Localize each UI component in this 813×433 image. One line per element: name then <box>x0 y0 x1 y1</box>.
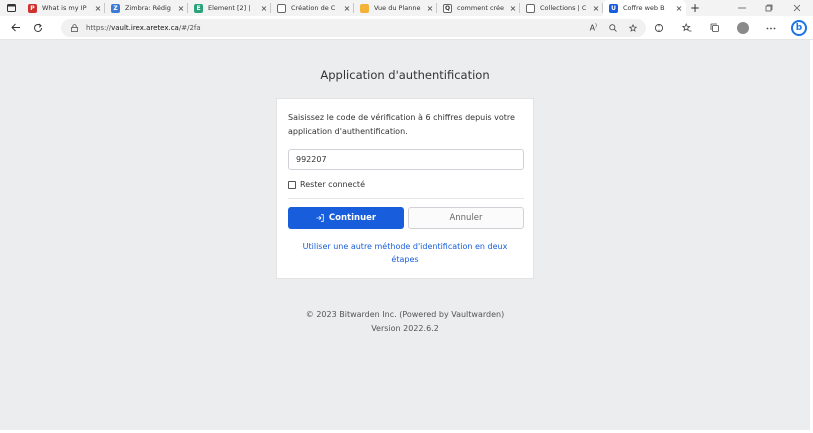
browser-tab[interactable]: Vue du Planne × <box>354 0 437 16</box>
address-bar[interactable]: https://vault.irex.aretex.ca/#/2fa A) <box>61 19 646 37</box>
browser-tab[interactable]: Z Zimbra: Rédig × <box>105 0 188 16</box>
tab-title: Vue du Planne <box>374 4 421 12</box>
browser-tab[interactable]: Collections | C × <box>520 0 603 16</box>
add-favorite-icon[interactable] <box>629 23 638 33</box>
zoom-icon[interactable] <box>609 24 617 32</box>
divider <box>288 198 524 199</box>
minimize-button[interactable] <box>728 0 756 16</box>
tab-favicon-icon: U <box>609 3 618 13</box>
tab-title: What is my IP <box>42 4 87 12</box>
tab-favicon-icon: Q <box>443 3 452 13</box>
back-button[interactable] <box>5 17 27 39</box>
browser-toolbar: https://vault.irex.aretex.ca/#/2fa A) b <box>0 16 813 40</box>
browser-tab[interactable]: U Coffre web B × <box>603 0 686 16</box>
tab-title: Coffre web B <box>623 4 665 12</box>
tab-favicon-icon: P <box>28 3 37 13</box>
footer-copyright: © 2023 Bitwarden Inc. (Powered by Vaultw… <box>305 310 505 319</box>
tab-favicon-icon <box>277 3 286 13</box>
instructions-text: Saisissez le code de vérification à 6 ch… <box>288 113 515 136</box>
tab-favicon-icon <box>360 3 369 13</box>
tab-close-button[interactable]: × <box>675 4 683 13</box>
tab-close-button[interactable]: × <box>509 4 517 13</box>
page-content: Application d'authentification Saisissez… <box>0 40 810 430</box>
restore-icon <box>765 4 773 12</box>
favorites-button[interactable] <box>673 16 701 40</box>
tab-title: comment crée <box>457 4 505 12</box>
extensions-icon <box>654 23 664 33</box>
tab-title: Element [2] | <box>208 4 251 12</box>
extensions-button[interactable] <box>645 16 673 40</box>
continue-label: Continuer <box>328 213 377 223</box>
tab-favicon-icon: Z <box>111 3 120 13</box>
tab-title: Création de C <box>291 4 336 12</box>
cancel-button[interactable]: Annuler <box>408 207 524 229</box>
browser-tab[interactable]: E Element [2] | × <box>188 0 271 16</box>
tab-actions-icon <box>6 4 16 12</box>
tab-title: Collections | C <box>540 4 587 12</box>
minimize-icon <box>738 7 746 9</box>
read-aloud-icon[interactable]: A) <box>590 23 597 33</box>
footer: © 2023 Bitwarden Inc. (Powered by Vaultw… <box>0 308 810 336</box>
tab-favicon-icon: E <box>194 3 203 13</box>
tab-close-button[interactable]: × <box>426 4 434 13</box>
browser-tab[interactable]: P What is my IP × <box>22 0 105 16</box>
close-icon <box>793 4 801 12</box>
remember-me-checkbox[interactable] <box>288 180 296 189</box>
profile-button[interactable] <box>729 16 757 40</box>
sign-in-icon <box>316 214 324 222</box>
footer-version: Version 2022.6.2 <box>371 324 439 333</box>
tab-close-button[interactable]: × <box>260 4 268 13</box>
settings-menu-button[interactable] <box>757 16 785 40</box>
bing-chat-button[interactable]: b <box>785 16 813 40</box>
remember-me-label: Rester connecté <box>300 180 365 189</box>
new-tab-button[interactable]: + <box>686 0 704 16</box>
browser-tab[interactable]: Création de C × <box>271 0 354 16</box>
avatar <box>737 22 749 34</box>
tab-close-button[interactable]: × <box>177 4 185 13</box>
remember-me-checkbox-row[interactable]: Rester connecté <box>288 180 522 189</box>
alternate-2fa-method-link[interactable]: Utiliser une autre méthode d'identificat… <box>288 240 522 266</box>
collections-button[interactable] <box>701 16 729 40</box>
restore-button[interactable] <box>755 0 783 16</box>
tab-strip: P What is my IP × Z Zimbra: Rédig × E Element [… <box>0 0 813 16</box>
more-icon <box>766 27 776 29</box>
favorites-icon <box>682 23 692 32</box>
tab-close-button[interactable]: × <box>592 4 600 13</box>
verification-code-input[interactable] <box>288 149 524 170</box>
lock-icon <box>71 24 78 32</box>
tab-favicon-icon <box>526 3 535 13</box>
tab-close-button[interactable]: × <box>94 4 102 13</box>
page-title: Application d'authentification <box>320 68 490 82</box>
tab-close-button[interactable]: × <box>343 4 351 13</box>
tab-title: Zimbra: Rédig <box>125 4 171 12</box>
back-arrow-icon <box>11 23 20 32</box>
two-factor-card: Saisissez le code de vérification à 6 ch… <box>276 98 534 279</box>
reload-button[interactable] <box>27 17 49 39</box>
browser-tab[interactable]: Qcomment crée × <box>437 0 520 16</box>
tab-actions-button[interactable] <box>0 0 22 16</box>
bing-icon: b <box>791 20 807 36</box>
continue-button[interactable]: Continuer <box>288 207 404 229</box>
close-window-button[interactable] <box>783 0 811 16</box>
url-text: https://vault.irex.aretex.ca/#/2fa <box>86 24 201 32</box>
collections-icon <box>710 23 719 32</box>
reload-icon <box>34 23 42 32</box>
